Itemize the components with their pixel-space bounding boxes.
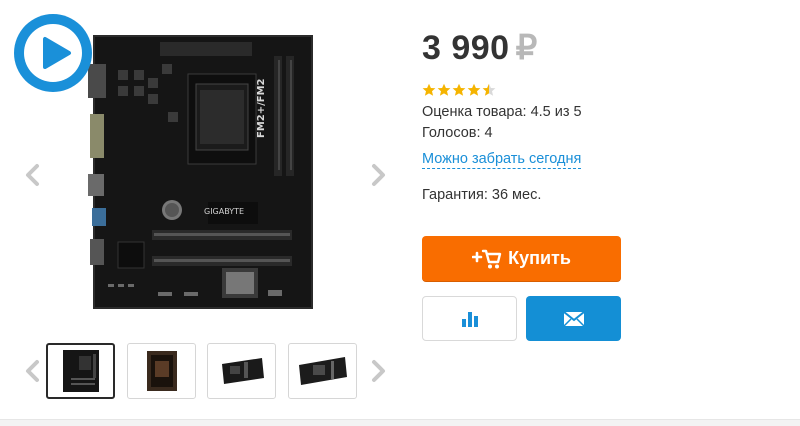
chevron-right-icon (372, 360, 385, 382)
thumbnail-image (298, 357, 347, 385)
star-icon (422, 83, 436, 96)
star-icon (467, 83, 481, 96)
votes-count: Голосов: 4 (422, 125, 493, 141)
thumbnails-prev-arrow[interactable] (20, 354, 46, 388)
video-play-button[interactable] (14, 14, 92, 92)
warranty-text: Гарантия: 36 мес. (422, 187, 542, 203)
thumbnail-image (146, 351, 177, 391)
thumbnail-2[interactable] (127, 343, 196, 399)
main-image-next-arrow[interactable] (365, 158, 391, 192)
thumbnail-image (62, 350, 99, 392)
buy-button-label: Купить (508, 248, 571, 268)
motherboard-photo: GIGABYTE FM2+/FM2 (88, 35, 313, 309)
thumbnail-3[interactable] (207, 343, 276, 399)
main-image-prev-arrow[interactable] (20, 158, 46, 192)
brand-label: GIGABYTE (204, 207, 244, 216)
chevron-right-icon (372, 164, 385, 186)
play-icon (43, 37, 71, 69)
buy-button[interactable]: Купить (422, 236, 621, 281)
thumbnails-next-arrow[interactable] (365, 354, 391, 388)
thumbnail-1[interactable] (46, 343, 115, 399)
bar-chart-icon (461, 311, 478, 327)
bottom-divider (0, 419, 800, 426)
rating-stars (422, 83, 496, 97)
product-gallery: GIGABYTE FM2+/FM2 (0, 0, 400, 426)
chevron-left-icon (26, 164, 39, 186)
main-product-image[interactable]: GIGABYTE FM2+/FM2 (88, 34, 318, 312)
product-price: 3 990 ₽ (422, 28, 538, 68)
envelope-icon (562, 310, 585, 327)
thumbnail-4[interactable] (288, 343, 357, 399)
rating-text: Оценка товара: 4.5 из 5 (422, 104, 582, 120)
star-icon (482, 83, 496, 96)
compare-button[interactable] (422, 296, 517, 341)
star-icon (452, 83, 466, 96)
email-button[interactable] (526, 296, 621, 341)
pickup-today-link[interactable]: Можно забрать сегодня (422, 151, 582, 169)
socket-label: FM2+/FM2 (256, 78, 267, 138)
currency-symbol: ₽ (515, 29, 538, 67)
chevron-left-icon (26, 360, 39, 382)
thumbnail-image (221, 358, 264, 384)
price-value: 3 990 (422, 29, 510, 67)
star-icon (437, 83, 451, 96)
add-to-cart-icon (472, 249, 502, 268)
